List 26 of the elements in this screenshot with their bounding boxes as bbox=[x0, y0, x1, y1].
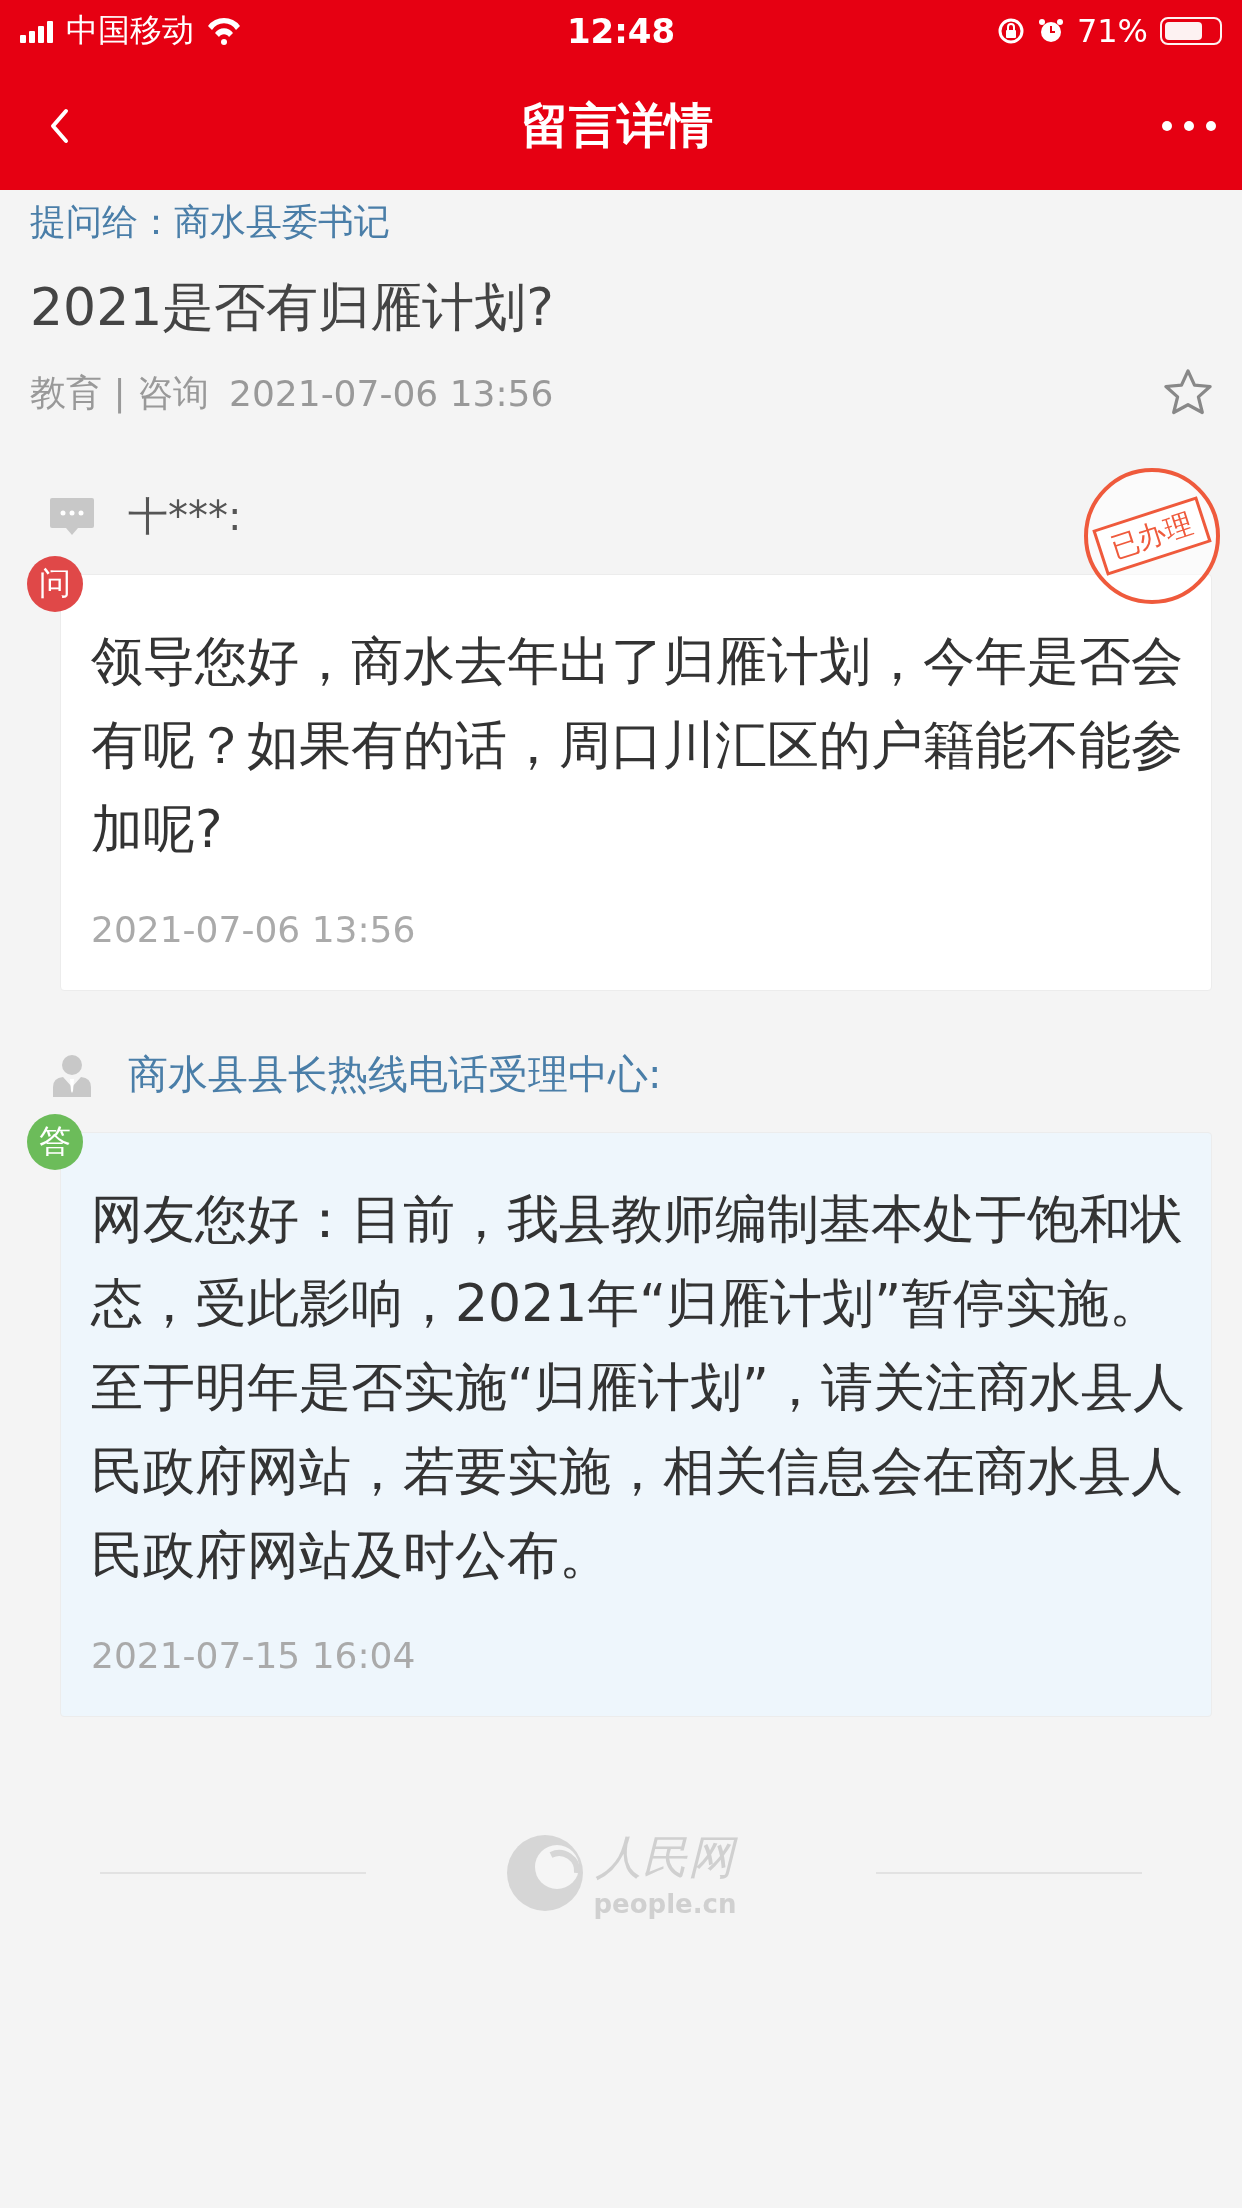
message-date: 2021-07-06 13:56 bbox=[91, 909, 417, 950]
recipient-text: 提问给：商水县委书记 bbox=[30, 200, 391, 244]
category-label: 教育 | 咨询 bbox=[30, 370, 209, 416]
answer-badge: 答 bbox=[27, 1114, 83, 1170]
page-title: 留言详情 bbox=[521, 96, 713, 155]
stamp-text: 已办理 bbox=[1092, 496, 1212, 576]
battery-icon bbox=[1160, 17, 1222, 45]
question-badge: 问 bbox=[27, 556, 83, 612]
battery-percent: 71% bbox=[1076, 12, 1148, 50]
message-title: 2021是否有归雁计划? bbox=[30, 276, 555, 339]
rotation-lock-icon bbox=[996, 17, 1025, 45]
carrier-name: 中国移动 bbox=[66, 10, 194, 51]
wifi-icon bbox=[206, 17, 242, 45]
more-icon[interactable] bbox=[1162, 121, 1216, 131]
message-date: 2021-07-15 16:04 bbox=[91, 1635, 417, 1676]
user-icon bbox=[50, 1052, 94, 1097]
logo-emblem-icon bbox=[505, 1833, 586, 1913]
author-name: 商水县县长热线电话受理中心: bbox=[128, 1050, 662, 1099]
message-date: 2021-07-06 13:56 bbox=[229, 372, 554, 414]
comment-icon bbox=[50, 498, 94, 535]
signal-icon bbox=[20, 19, 54, 43]
clock-time: 12:48 bbox=[565, 11, 677, 51]
message-text: 领导您好，商水去年出了归雁计划，今年是否会有呢？如果有的话，周口川汇区的户籍能不能参加呢? bbox=[91, 630, 1184, 861]
author-name: 十***: bbox=[128, 492, 242, 541]
alarm-icon bbox=[1036, 17, 1065, 45]
message-text: 网友您好：目前，我县教师编制基本处于饱和状态，受此影响，2021年“归雁计划”暂停实施。至于明年是否实施“归雁计划”，请关注商水县人民政府网站，若要实施，相关信息会在商水县人民政府网站及时公布。 bbox=[91, 1188, 1186, 1587]
